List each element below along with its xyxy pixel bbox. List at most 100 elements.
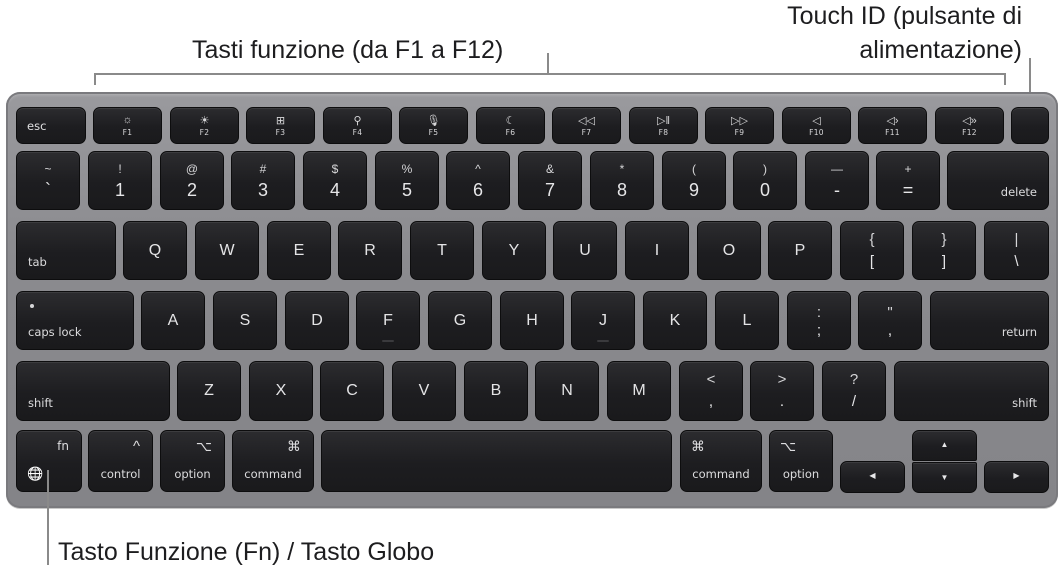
arrow-left-icon: ◀	[869, 471, 876, 480]
function-key-f10[interactable]: ◁ F10	[782, 107, 851, 144]
key-letter: T	[437, 241, 447, 259]
mission-control-icon: ⊞	[275, 115, 286, 127]
letter-key-e[interactable]: E	[267, 221, 331, 280]
number-key-0[interactable]: ) 0	[733, 151, 797, 210]
space-bar[interactable]	[321, 430, 672, 492]
letter-key-k[interactable]: K	[643, 291, 707, 350]
letter-key-c[interactable]: C	[320, 361, 384, 421]
right-option-key[interactable]: ⌥ option	[769, 430, 833, 492]
letter-key-u[interactable]: U	[553, 221, 617, 280]
brightness-up-icon: ☀	[199, 115, 210, 127]
letter-key-f[interactable]: F	[356, 291, 420, 350]
number-key-7[interactable]: & 7	[518, 151, 582, 210]
main-symbol: ]	[941, 253, 947, 270]
function-key-f4[interactable]: ⚲ F4	[323, 107, 392, 144]
delete-key[interactable]: delete	[947, 151, 1049, 210]
main-symbol: ,	[708, 393, 714, 410]
letter-key-z[interactable]: Z	[177, 361, 241, 421]
arrow-down-key[interactable]: ▼	[912, 462, 977, 493]
letter-key-q[interactable]: Q	[123, 221, 187, 280]
arrow-right-icon: ▶	[1013, 471, 1020, 480]
arrow-left-key[interactable]: ◀	[840, 461, 905, 493]
letter-key-x[interactable]: X	[249, 361, 313, 421]
arrow-up-key[interactable]: ▲	[912, 430, 977, 461]
open-bracket-key[interactable]: {[	[840, 221, 904, 280]
letter-key-o[interactable]: O	[697, 221, 761, 280]
semicolon-key[interactable]: :;	[787, 291, 851, 350]
function-key-f5[interactable]: 🎙 F5	[399, 107, 468, 144]
number-key-8[interactable]: * 8	[590, 151, 654, 210]
letter-key-n[interactable]: N	[535, 361, 599, 421]
function-key-f7[interactable]: ◁◁ F7	[552, 107, 621, 144]
letter-key-b[interactable]: B	[464, 361, 528, 421]
function-key-f3[interactable]: ⊞ F3	[246, 107, 315, 144]
left-option-key[interactable]: ⌥ option	[160, 430, 225, 492]
letter-key-p[interactable]: P	[768, 221, 832, 280]
letter-key-g[interactable]: G	[428, 291, 492, 350]
backslash-key[interactable]: | \	[984, 221, 1049, 280]
shift-symbol: <	[706, 371, 716, 388]
letter-key-w[interactable]: W	[195, 221, 259, 280]
number-key-2[interactable]: @2	[160, 151, 224, 210]
letter-key-s[interactable]: S	[213, 291, 277, 350]
function-key-f6[interactable]: ☾ F6	[476, 107, 545, 144]
arrow-right-key[interactable]: ▶	[984, 461, 1049, 493]
esc-key[interactable]: esc	[16, 107, 86, 144]
right-command-key[interactable]: ⌘ command	[680, 430, 762, 492]
close-bracket-key[interactable]: }]	[912, 221, 976, 280]
shift-symbol: ^	[475, 162, 481, 176]
number-key--[interactable]: — -	[805, 151, 869, 210]
number-key-6[interactable]: ^ 6	[446, 151, 510, 210]
letter-key-v[interactable]: V	[392, 361, 456, 421]
arrow-down-icon: ▼	[940, 473, 949, 482]
letter-key-y[interactable]: Y	[482, 221, 546, 280]
fn-globe-callout: Tasto Funzione (Fn) / Tasto Globo	[58, 538, 435, 566]
function-key-f12[interactable]: ◁» F12	[935, 107, 1004, 144]
shift-label: shift	[28, 396, 53, 410]
caps-lock-key[interactable]: caps lock	[16, 291, 134, 350]
right-shift-key[interactable]: shift	[894, 361, 1049, 421]
letter-key-t[interactable]: T	[410, 221, 474, 280]
letter-key-l[interactable]: L	[715, 291, 779, 350]
number-key-1[interactable]: ! 1	[88, 151, 152, 210]
letter-key-j[interactable]: J	[571, 291, 635, 350]
function-key-f11[interactable]: ◁› F11	[858, 107, 927, 144]
backtick-key[interactable]: ~ `	[16, 151, 80, 210]
play-pause-icon: ▷‖	[656, 115, 670, 127]
letter-key-d[interactable]: D	[285, 291, 349, 350]
control-key[interactable]: ^ control	[88, 430, 153, 492]
tab-key[interactable]: tab	[16, 221, 116, 280]
left-command-key[interactable]: ⌘ command	[232, 430, 314, 492]
control-label: control	[100, 467, 141, 481]
number-key-5[interactable]: % 5	[375, 151, 439, 210]
letter-key-m[interactable]: M	[607, 361, 671, 421]
touch-id-key[interactable]	[1011, 107, 1049, 144]
letter-key-r[interactable]: R	[338, 221, 402, 280]
main-symbol: 1	[114, 180, 125, 200]
number-key-4[interactable]: $4	[303, 151, 367, 210]
quote-key[interactable]: ",	[858, 291, 922, 350]
letter-key-i[interactable]: I	[625, 221, 689, 280]
slash-key[interactable]: ? /	[822, 361, 886, 421]
left-shift-key[interactable]: shift	[16, 361, 170, 421]
main-symbol: `	[45, 180, 51, 200]
arrow-up-icon: ▲	[940, 440, 949, 449]
number-key-3[interactable]: #3	[231, 151, 295, 210]
comma-key[interactable]: <,	[679, 361, 743, 421]
letter-key-h[interactable]: H	[500, 291, 564, 350]
number-key-=[interactable]: + =	[876, 151, 940, 210]
function-key-f2[interactable]: ☀ F2	[170, 107, 239, 144]
shift-symbol: +	[904, 162, 912, 176]
return-key[interactable]: return	[930, 291, 1049, 350]
command-label: command	[244, 467, 302, 481]
function-key-f9[interactable]: ▷▷ F9	[705, 107, 774, 144]
function-key-f1[interactable]: ☼ F1	[93, 107, 162, 144]
fn-globe-key[interactable]: fn 🌐	[16, 430, 82, 492]
shift-symbol: |	[1014, 231, 1019, 248]
number-key-9[interactable]: (9	[662, 151, 726, 210]
function-keys-bracket-right	[1004, 73, 1006, 85]
period-key[interactable]: >.	[750, 361, 814, 421]
letter-key-a[interactable]: A	[141, 291, 205, 350]
search-icon: ⚲	[353, 115, 362, 127]
function-key-f8[interactable]: ▷‖ F8	[629, 107, 698, 144]
